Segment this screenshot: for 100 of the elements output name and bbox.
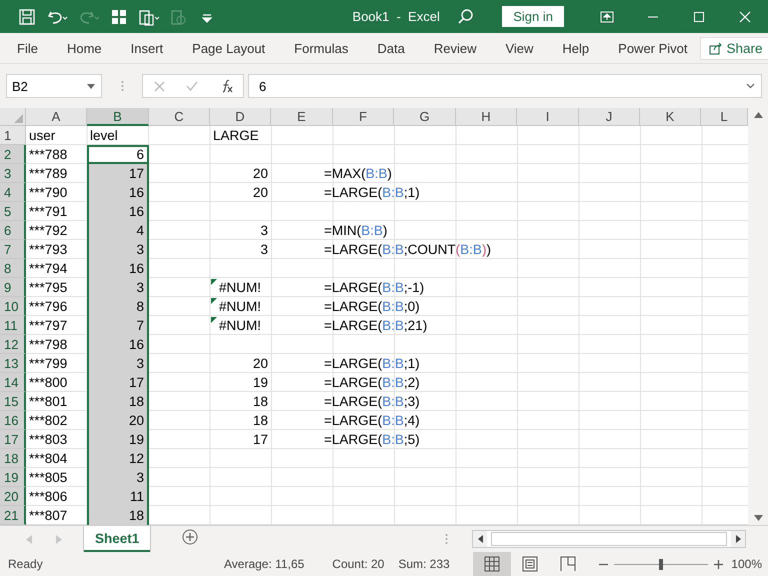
table-cell-text: ***801 bbox=[28, 393, 68, 411]
dropdown-caret-icon[interactable] bbox=[87, 84, 95, 88]
column-header[interactable]: I bbox=[517, 108, 579, 126]
table-cell-text: ***799 bbox=[28, 355, 68, 373]
column-header[interactable]: E bbox=[271, 108, 333, 126]
formula-text: =LARGE(B:B;1) bbox=[324, 356, 420, 371]
search-icon[interactable] bbox=[456, 8, 474, 26]
table-cell-text: ***803 bbox=[28, 431, 68, 449]
column-header[interactable]: F bbox=[333, 108, 394, 126]
error-flag-icon[interactable] bbox=[211, 279, 217, 285]
table-cell-text: user bbox=[28, 127, 56, 145]
row-header[interactable]: 9 bbox=[0, 278, 26, 297]
scroll-left-icon[interactable] bbox=[478, 535, 482, 543]
formula-text: =LARGE(B:B;COUNT(B:B)) bbox=[324, 242, 491, 257]
table-cell: #NUM! bbox=[219, 299, 262, 314]
ribbon-tab[interactable]: Page Layout bbox=[175, 40, 278, 56]
ribbon-tab[interactable]: Formulas bbox=[277, 40, 360, 56]
column-header[interactable]: C bbox=[149, 108, 210, 126]
formula-text: =LARGE(B:B;1) bbox=[324, 185, 420, 200]
zoom-in-icon[interactable] bbox=[714, 560, 724, 568]
table-cell-text: ***798 bbox=[28, 336, 68, 354]
table-cell: 19 bbox=[87, 430, 149, 449]
table-cell: 11 bbox=[87, 487, 149, 506]
grid-icon[interactable] bbox=[110, 8, 128, 26]
table-cell-text: 17 bbox=[252, 431, 269, 449]
add-sheet-icon[interactable] bbox=[182, 528, 198, 544]
ribbon-tab[interactable]: Power Pivot bbox=[601, 40, 700, 56]
share-button[interactable]: Share bbox=[700, 36, 768, 60]
status-text: Sum: 233 bbox=[398, 557, 450, 571]
error-flag-icon[interactable] bbox=[211, 298, 217, 304]
row-header[interactable]: 18 bbox=[0, 449, 26, 468]
row-header[interactable]: 11 bbox=[0, 316, 26, 335]
ribbon-tab[interactable]: Data bbox=[360, 40, 417, 56]
row-header[interactable]: 7 bbox=[0, 240, 26, 259]
zoom-slider-thumb[interactable] bbox=[659, 558, 664, 570]
formula-text: =LARGE(B:B;21) bbox=[324, 318, 428, 333]
ribbon-tab[interactable]: File bbox=[0, 40, 50, 56]
column-header[interactable]: A bbox=[26, 108, 87, 126]
formula-input[interactable]: 6 bbox=[259, 78, 266, 94]
row-header[interactable]: 12 bbox=[0, 335, 26, 354]
table-cell-text: level bbox=[89, 127, 119, 145]
row-header[interactable]: 15 bbox=[0, 392, 26, 411]
status-text: Ready bbox=[8, 557, 44, 571]
row-header[interactable]: 10 bbox=[0, 297, 26, 316]
row-header[interactable]: 17 bbox=[0, 430, 26, 449]
row-header[interactable]: 14 bbox=[0, 373, 26, 392]
column-header[interactable]: J bbox=[579, 108, 640, 126]
row-header[interactable]: 8 bbox=[0, 259, 26, 278]
table-cell: 20 bbox=[87, 411, 149, 430]
scroll-right-icon[interactable] bbox=[736, 535, 740, 543]
column-header[interactable]: K bbox=[640, 108, 701, 126]
table-cell: 17 bbox=[87, 164, 149, 183]
maximize-icon[interactable] bbox=[693, 10, 705, 22]
table-cell: 16 bbox=[87, 335, 149, 354]
view-button[interactable] bbox=[473, 552, 512, 576]
horizontal-scrollbar[interactable] bbox=[472, 530, 746, 548]
page-break-icon bbox=[560, 556, 576, 572]
ribbon-display-icon[interactable] bbox=[600, 10, 614, 22]
table-cell-text: ***793 bbox=[28, 241, 68, 259]
save-icon[interactable] bbox=[18, 8, 36, 26]
row-header[interactable]: 5 bbox=[0, 202, 26, 221]
table-cell-text: ***790 bbox=[28, 184, 68, 202]
share-icon bbox=[708, 41, 723, 55]
row-header[interactable]: 4 bbox=[0, 183, 26, 202]
sheet-tab[interactable]: Sheet1 bbox=[84, 526, 150, 552]
row-header[interactable]: 13 bbox=[0, 354, 26, 373]
row-header[interactable]: 3 bbox=[0, 164, 26, 183]
ribbon-tab[interactable]: View bbox=[488, 40, 546, 56]
ribbon-tab[interactable]: Home bbox=[50, 40, 114, 56]
table-cell: 16 bbox=[87, 202, 149, 221]
row-header[interactable]: 16 bbox=[0, 411, 26, 430]
ribbon-tab[interactable]: Help bbox=[545, 40, 602, 56]
ribbon-tab[interactable]: Review bbox=[416, 40, 488, 56]
ribbon-tab[interactable]: Insert bbox=[114, 40, 176, 56]
error-flag-icon[interactable] bbox=[211, 317, 217, 323]
column-header[interactable]: L bbox=[701, 108, 748, 126]
scroll-up-icon[interactable] bbox=[754, 112, 762, 118]
table-cell: 6 bbox=[87, 145, 149, 164]
table-cell-text: 18 bbox=[252, 393, 269, 411]
row-header[interactable]: 20 bbox=[0, 487, 26, 506]
table-cell-text: ***800 bbox=[28, 374, 68, 392]
table-cell-text: ***789 bbox=[28, 165, 68, 183]
name-box[interactable]: B2 bbox=[6, 74, 102, 98]
table-cell: 4 bbox=[87, 221, 149, 240]
column-header[interactable]: G bbox=[394, 108, 456, 126]
zoom-level[interactable]: 100% bbox=[731, 557, 762, 571]
row-header[interactable]: 2 bbox=[0, 145, 26, 164]
column-header[interactable]: H bbox=[456, 108, 517, 126]
column-header[interactable]: B bbox=[87, 108, 149, 126]
row-header[interactable]: 1 bbox=[0, 126, 26, 145]
expand-icon[interactable] bbox=[746, 83, 755, 89]
scroll-down-icon[interactable] bbox=[754, 515, 762, 521]
column-header[interactable]: D bbox=[210, 108, 271, 126]
table-cell: 7 bbox=[87, 316, 149, 335]
row-header[interactable]: 6 bbox=[0, 221, 26, 240]
sign-in-button[interactable]: Sign in bbox=[502, 6, 564, 27]
clipboard-icon[interactable] bbox=[138, 8, 160, 26]
row-header[interactable]: 21 bbox=[0, 506, 26, 525]
row-header[interactable]: 19 bbox=[0, 468, 26, 487]
close-icon[interactable] bbox=[739, 10, 751, 22]
